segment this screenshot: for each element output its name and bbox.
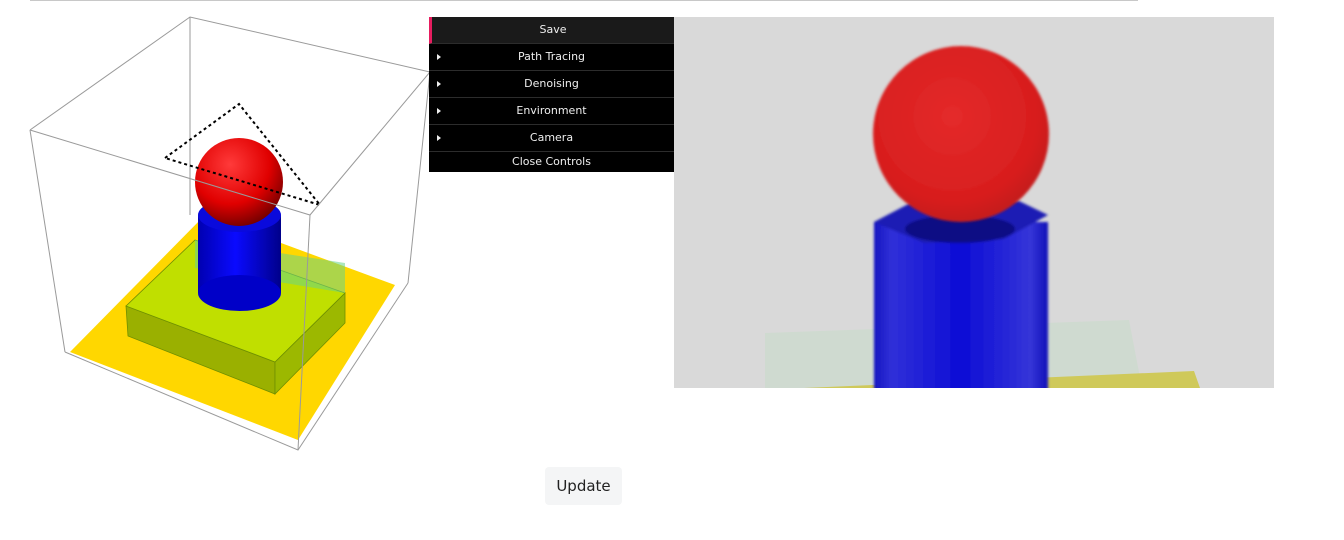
controls-panel: Save Path Tracing Denoising Environment … [429,17,674,172]
folder-environment[interactable]: Environment [429,98,674,125]
save-button[interactable]: Save [429,17,674,44]
folder-label: Denoising [524,77,579,90]
folder-denoising[interactable]: Denoising [429,71,674,98]
scene-preview[interactable] [0,10,430,460]
save-label: Save [539,23,567,36]
render-sphere [873,46,1049,222]
folder-camera[interactable]: Camera [429,125,674,152]
close-controls-button[interactable]: Close Controls [429,152,674,172]
caret-right-icon [437,135,441,141]
caret-right-icon [437,108,441,114]
folder-label: Camera [529,131,574,144]
caret-right-icon [437,54,441,60]
update-button[interactable]: Update [545,467,622,505]
render-viewport[interactable] [674,17,1274,388]
render-cylinder [874,201,1048,388]
folder-label: Environment [516,104,587,117]
close-controls-label: Close Controls [512,155,591,168]
sphere [195,138,283,226]
top-divider [30,0,1138,1]
caret-right-icon [437,81,441,87]
folder-path-tracing[interactable]: Path Tracing [429,44,674,71]
folder-label: Path Tracing [517,50,586,63]
